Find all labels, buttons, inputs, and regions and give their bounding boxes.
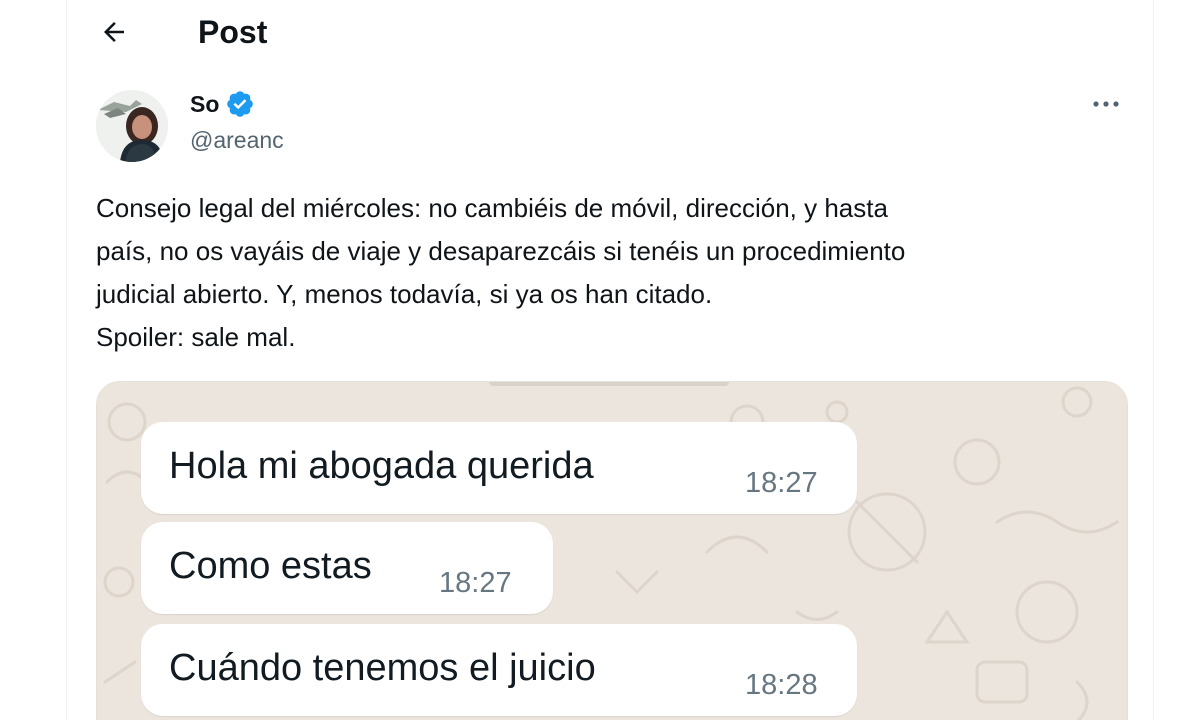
post-text-line: Spoiler: sale mal. [96, 322, 296, 352]
post-text-line: país, no os vayáis de viaje y desaparezc… [96, 236, 906, 266]
page-title: Post [198, 14, 268, 50]
verified-badge-icon[interactable] [225, 89, 255, 119]
back-button[interactable] [94, 12, 134, 52]
chat-message-time: 18:27 [439, 567, 512, 599]
post-text-line: judicial abierto. Y, menos todavía, si y… [96, 279, 713, 309]
chat-message-time: 18:27 [745, 467, 818, 499]
chat-message-text: Cuándo tenemos el juicio [169, 647, 596, 689]
chat-message-text: Hola mi abogada querida [169, 445, 594, 487]
chat-bubble: Como estas 18:27 [141, 522, 553, 614]
more-options-button[interactable] [1086, 90, 1126, 118]
more-horizontal-icon [1093, 101, 1119, 107]
arrow-left-icon [104, 22, 124, 42]
avatar[interactable] [96, 90, 168, 162]
author-display-name[interactable]: So [190, 88, 255, 120]
chat-bubble: Hola mi abogada querida 18:27 [141, 422, 857, 514]
author-handle[interactable]: @areanc [190, 124, 284, 156]
author-name: So [190, 91, 220, 117]
chat-message-text: Como estas [169, 545, 372, 587]
column-border-right [1153, 0, 1154, 720]
post-media-image[interactable]: Hola mi abogada querida 18:27 Como estas… [96, 381, 1128, 720]
post-text-line: Consejo legal del miércoles: no cambiéis… [96, 193, 888, 223]
media-top-strip [489, 382, 729, 386]
column-border-left [66, 0, 67, 720]
chat-message-time: 18:28 [745, 669, 818, 701]
post-page: Post So @areanc Consejo legal del miérco… [0, 0, 1200, 720]
post-text: Consejo legal del miércoles: no cambiéis… [96, 187, 1126, 359]
chat-bubble: Cuándo tenemos el juicio 18:28 [141, 624, 857, 716]
